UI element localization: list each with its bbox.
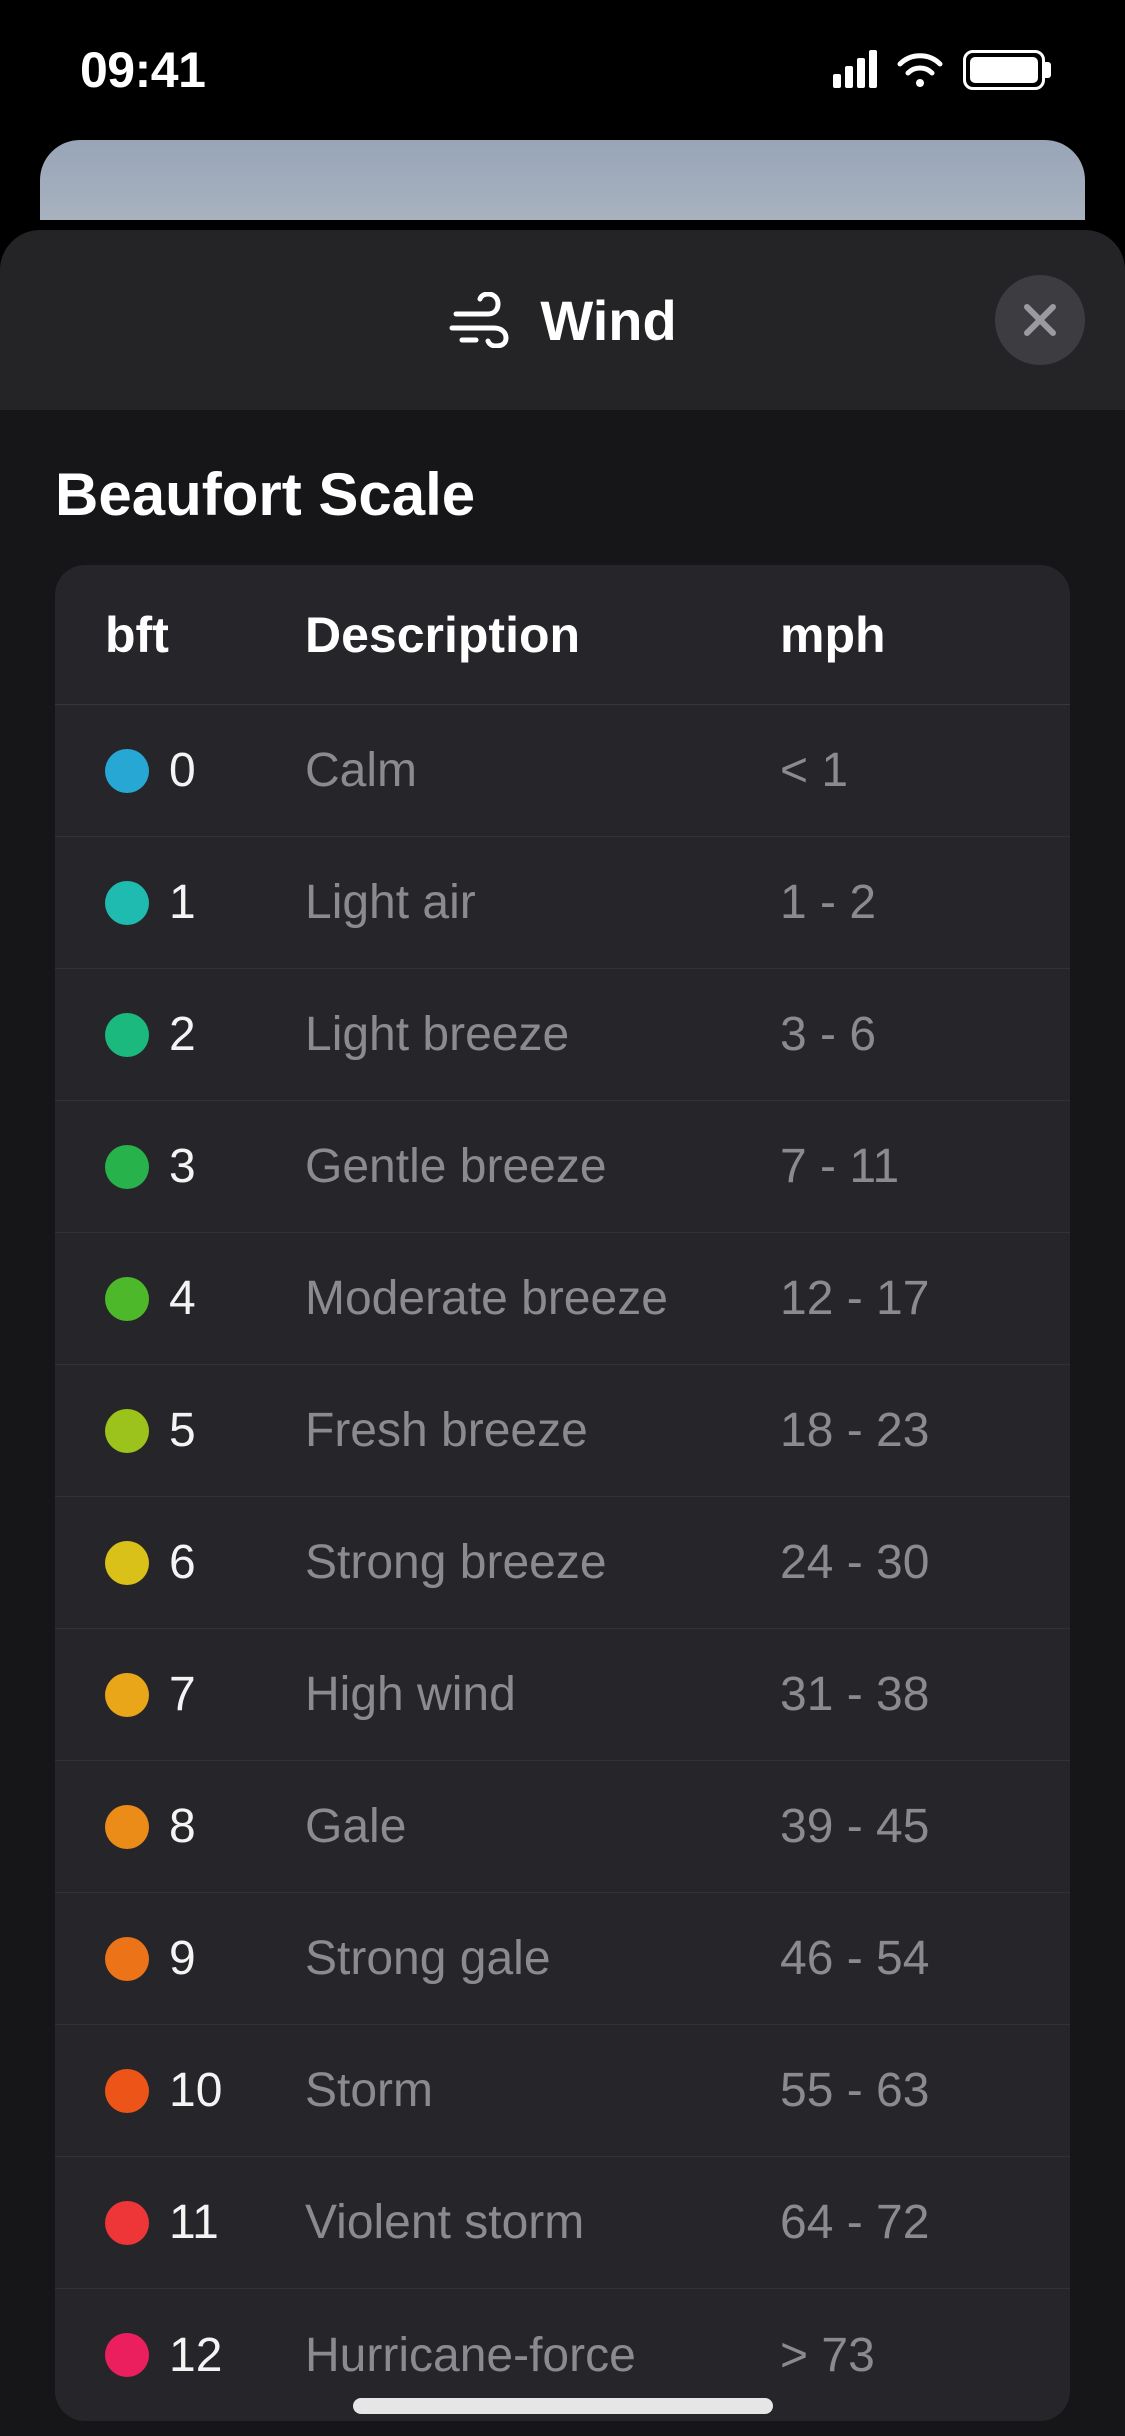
home-indicator[interactable] (353, 2398, 773, 2414)
cell-mph: 12 - 17 (780, 1271, 1020, 1326)
cell-mph: 1 - 2 (780, 875, 1020, 930)
modal-sheet: Wind Beaufort Scale bft Description mph … (0, 230, 1125, 2436)
cell-mph: < 1 (780, 743, 1020, 798)
color-dot-icon (105, 1277, 149, 1321)
bft-value: 3 (169, 1139, 196, 1194)
color-dot-icon (105, 2201, 149, 2245)
cell-bft: 1 (105, 875, 305, 930)
close-button[interactable] (995, 275, 1085, 365)
cell-bft: 5 (105, 1403, 305, 1458)
color-dot-icon (105, 881, 149, 925)
sheet-content: Beaufort Scale bft Description mph 0 Calm… (0, 410, 1125, 2436)
cell-description: Violent storm (305, 2195, 780, 2250)
cell-mph: 46 - 54 (780, 1931, 1020, 1986)
wind-icon (448, 292, 516, 348)
beaufort-table: bft Description mph 0 Calm< 1 1 Light air1 … (55, 565, 1070, 2421)
color-dot-icon (105, 1805, 149, 1849)
cell-mph: 31 - 38 (780, 1667, 1020, 1722)
cell-description: Gale (305, 1799, 780, 1854)
table-row: 0 Calm< 1 (55, 705, 1070, 837)
bft-value: 7 (169, 1667, 196, 1722)
cell-mph: 55 - 63 (780, 2063, 1020, 2118)
cell-description: Moderate breeze (305, 1271, 780, 1326)
close-icon (1019, 299, 1061, 341)
cell-bft: 12 (105, 2328, 305, 2383)
table-row: 11 Violent storm64 - 72 (55, 2157, 1070, 2289)
background-card-peek (40, 140, 1085, 220)
color-dot-icon (105, 1673, 149, 1717)
wifi-icon (895, 51, 945, 89)
table-row: 6 Strong breeze24 - 30 (55, 1497, 1070, 1629)
cell-mph: 24 - 30 (780, 1535, 1020, 1590)
bft-value: 6 (169, 1535, 196, 1590)
color-dot-icon (105, 1013, 149, 1057)
cell-mph: 39 - 45 (780, 1799, 1020, 1854)
bft-value: 11 (169, 2195, 219, 2250)
table-row: 5 Fresh breeze18 - 23 (55, 1365, 1070, 1497)
cell-bft: 6 (105, 1535, 305, 1590)
color-dot-icon (105, 2333, 149, 2377)
battery-icon (963, 50, 1045, 90)
cell-bft: 0 (105, 743, 305, 798)
cell-bft: 9 (105, 1931, 305, 1986)
color-dot-icon (105, 749, 149, 793)
color-dot-icon (105, 2069, 149, 2113)
bft-value: 0 (169, 743, 196, 798)
cell-bft: 2 (105, 1007, 305, 1062)
cell-description: Storm (305, 2063, 780, 2118)
cell-bft: 4 (105, 1271, 305, 1326)
sheet-header: Wind (0, 230, 1125, 410)
cell-description: Hurricane-force (305, 2328, 780, 2383)
bft-value: 9 (169, 1931, 196, 1986)
cell-description: Fresh breeze (305, 1403, 780, 1458)
cell-mph: 64 - 72 (780, 2195, 1020, 2250)
cell-description: Strong breeze (305, 1535, 780, 1590)
status-indicators (833, 50, 1045, 90)
bft-value: 5 (169, 1403, 196, 1458)
sheet-title: Wind (540, 288, 676, 353)
bft-value: 10 (169, 2063, 222, 2118)
table-row: 10 Storm55 - 63 (55, 2025, 1070, 2157)
cell-description: Light air (305, 875, 780, 930)
cell-description: High wind (305, 1667, 780, 1722)
cell-bft: 7 (105, 1667, 305, 1722)
cell-description: Light breeze (305, 1007, 780, 1062)
bft-value: 12 (169, 2328, 222, 2383)
table-row: 4 Moderate breeze12 - 17 (55, 1233, 1070, 1365)
table-header-row: bft Description mph (55, 565, 1070, 705)
table-row: 3 Gentle breeze7 - 11 (55, 1101, 1070, 1233)
table-header-bft: bft (105, 606, 305, 664)
section-heading: Beaufort Scale (55, 460, 1070, 529)
color-dot-icon (105, 1409, 149, 1453)
table-row: 9 Strong gale46 - 54 (55, 1893, 1070, 2025)
cell-bft: 11 (105, 2195, 305, 2250)
bft-value: 2 (169, 1007, 196, 1062)
cell-mph: 7 - 11 (780, 1139, 1020, 1194)
table-row: 2 Light breeze3 - 6 (55, 969, 1070, 1101)
table-header-description: Description (305, 606, 780, 664)
cell-bft: 3 (105, 1139, 305, 1194)
cellular-icon (833, 52, 877, 88)
color-dot-icon (105, 1541, 149, 1585)
cell-mph: 3 - 6 (780, 1007, 1020, 1062)
cell-bft: 10 (105, 2063, 305, 2118)
table-row: 8 Gale39 - 45 (55, 1761, 1070, 1893)
table-row: 7 High wind31 - 38 (55, 1629, 1070, 1761)
cell-description: Strong gale (305, 1931, 780, 1986)
cell-mph: > 73 (780, 2328, 1020, 2383)
table-header-mph: mph (780, 606, 1020, 664)
table-row: 1 Light air1 - 2 (55, 837, 1070, 969)
status-bar: 09:41 (0, 0, 1125, 140)
bft-value: 8 (169, 1799, 196, 1854)
status-time: 09:41 (80, 41, 205, 99)
color-dot-icon (105, 1937, 149, 1981)
bft-value: 4 (169, 1271, 196, 1326)
cell-description: Calm (305, 743, 780, 798)
bft-value: 1 (169, 875, 196, 930)
cell-description: Gentle breeze (305, 1139, 780, 1194)
color-dot-icon (105, 1145, 149, 1189)
cell-bft: 8 (105, 1799, 305, 1854)
cell-mph: 18 - 23 (780, 1403, 1020, 1458)
